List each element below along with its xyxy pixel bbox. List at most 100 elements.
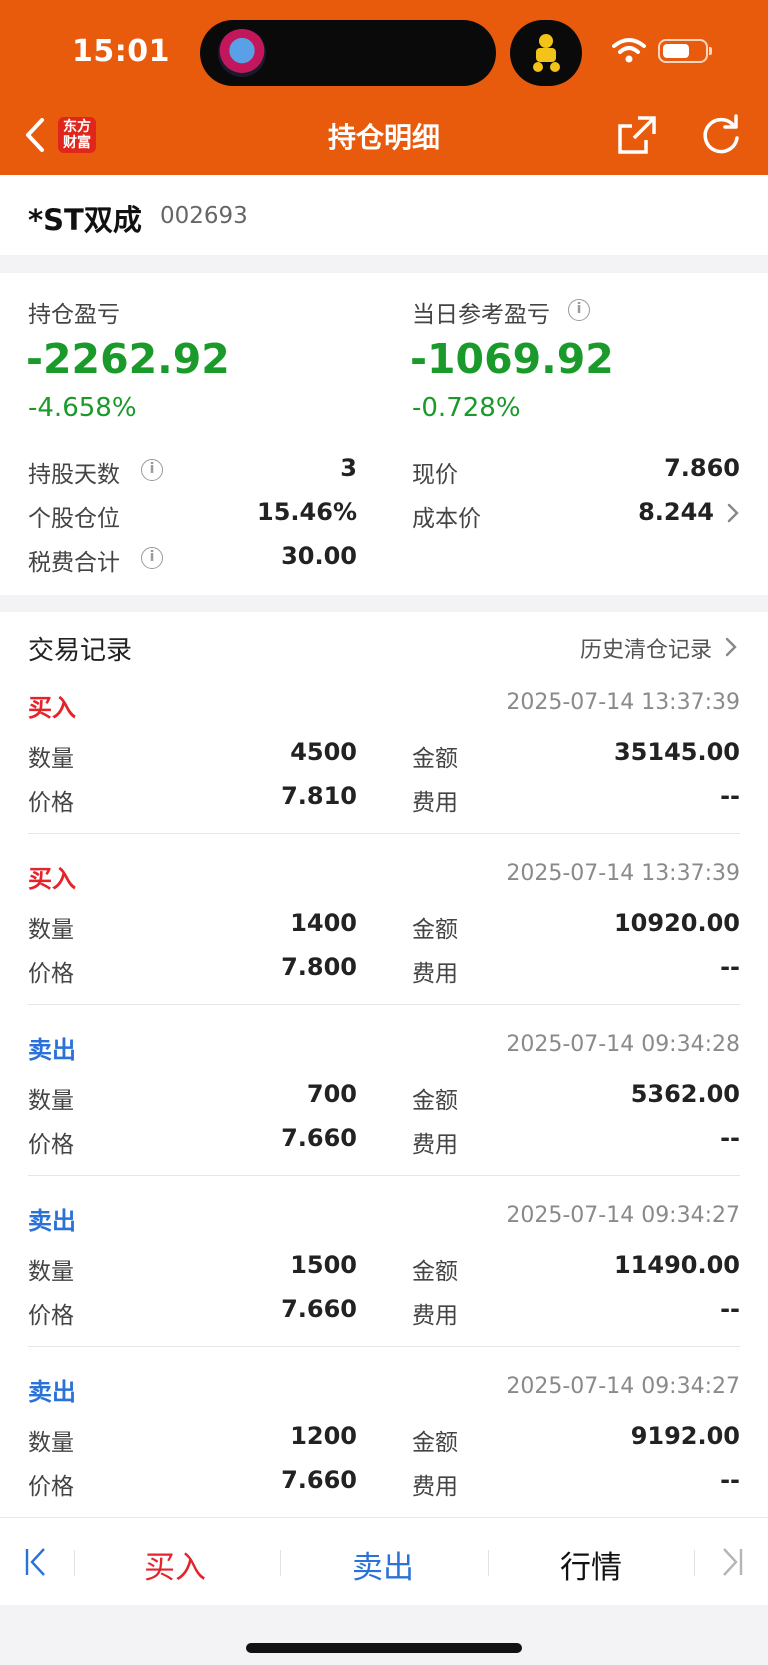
trade-side: 卖出 xyxy=(28,1207,76,1235)
first-page-icon[interactable] xyxy=(24,1546,48,1578)
amount-label: 金额 xyxy=(412,917,458,943)
amount-value: 35145.00 xyxy=(613,738,740,766)
fee-label: 费用 xyxy=(412,1474,458,1500)
buy-button[interactable]: 买入 xyxy=(105,1542,245,1587)
daily-pl-value: -1069.92 xyxy=(410,335,614,383)
fee-label: 费用 xyxy=(412,1132,458,1158)
info-icon[interactable]: i xyxy=(568,299,590,321)
cost-price-value[interactable]: 8.244 xyxy=(530,498,714,526)
qty-value: 4500 xyxy=(290,738,357,766)
home-indicator xyxy=(246,1643,522,1653)
last-page-icon[interactable] xyxy=(720,1546,744,1578)
amount-label: 金额 xyxy=(412,1430,458,1456)
price-label: 价格 xyxy=(28,1303,74,1329)
holding-days-label: 持股天数 xyxy=(28,462,120,488)
trade-time: 2025-07-14 09:34:27 xyxy=(506,1374,740,1399)
trade-record: 卖出 2025-07-14 09:34:28 数量 700 价格 7.660 金额 5362.… xyxy=(0,1030,768,1201)
live-activity-avatar-icon xyxy=(218,29,266,77)
qty-value: 1200 xyxy=(290,1422,357,1450)
price-label: 价格 xyxy=(28,1132,74,1158)
records-title: 交易记录 xyxy=(28,636,133,666)
position-pl-percent: -4.658% xyxy=(28,393,137,423)
fee-label: 费用 xyxy=(412,790,458,816)
trade-time: 2025-07-14 09:34:28 xyxy=(506,1032,740,1057)
fee-value: -- xyxy=(720,1295,740,1323)
wifi-icon xyxy=(612,38,646,63)
record-divider xyxy=(28,1004,740,1005)
daily-pl-percent: -0.728% xyxy=(412,393,521,423)
trade-side: 买入 xyxy=(28,694,76,722)
stock-name: *ST双成 xyxy=(28,203,142,237)
qty-label: 数量 xyxy=(28,1088,74,1114)
trade-time: 2025-07-14 13:37:39 xyxy=(506,690,740,715)
fees-total-label: 税费合计 xyxy=(28,550,120,576)
chevron-right-icon[interactable] xyxy=(726,502,740,524)
price-label: 价格 xyxy=(28,1474,74,1500)
price-value: 7.800 xyxy=(281,953,357,981)
fee-value: -- xyxy=(720,782,740,810)
trade-record: 卖出 2025-07-14 09:34:27 数量 1500 价格 7.660 金额 1149… xyxy=(0,1201,768,1372)
current-price-label: 现价 xyxy=(412,462,458,488)
trade-time: 2025-07-14 09:34:27 xyxy=(506,1203,740,1228)
info-icon[interactable]: i xyxy=(141,547,163,569)
trade-records: 交易记录 历史清仓记录 买入 2025-07-14 13:37:39 数量 4500 价… xyxy=(0,612,768,1517)
daily-pl-label: 当日参考盈亏 xyxy=(412,302,550,328)
position-ratio-label: 个股仓位 xyxy=(28,506,120,532)
holding-days-value: 3 xyxy=(340,454,357,482)
dynamic-island xyxy=(200,20,496,86)
toolbar-divider xyxy=(488,1550,489,1576)
trade-side: 卖出 xyxy=(28,1378,76,1406)
price-value: 7.660 xyxy=(281,1124,357,1152)
current-price-value: 7.860 xyxy=(664,454,740,482)
fee-label: 费用 xyxy=(412,961,458,987)
price-label: 价格 xyxy=(28,961,74,987)
fee-value: -- xyxy=(720,1466,740,1494)
trade-time: 2025-07-14 13:37:39 xyxy=(506,861,740,886)
record-divider xyxy=(28,1346,740,1347)
sell-button[interactable]: 卖出 xyxy=(313,1542,453,1587)
trade-record: 买入 2025-07-14 13:37:39 数量 1400 价格 7.800 金额 1092… xyxy=(0,859,768,1030)
dynamic-island-secondary xyxy=(510,20,582,86)
status-time: 15:01 xyxy=(72,34,170,69)
record-divider xyxy=(28,833,740,834)
qty-value: 1400 xyxy=(290,909,357,937)
share-icon[interactable] xyxy=(616,114,658,156)
amount-label: 金额 xyxy=(412,746,458,772)
amount-value: 10920.00 xyxy=(613,909,740,937)
stock-header: *ST双成 002693 xyxy=(0,175,768,255)
bottom-toolbar: 买入 卖出 行情 xyxy=(0,1517,768,1605)
amount-label: 金额 xyxy=(412,1088,458,1114)
position-pl-value: -2262.92 xyxy=(26,335,230,383)
price-label: 价格 xyxy=(28,790,74,816)
fee-label: 费用 xyxy=(412,1303,458,1329)
trade-side: 卖出 xyxy=(28,1036,76,1064)
trade-record: 买入 2025-07-14 13:37:39 数量 4500 价格 7.810 金额 3514… xyxy=(0,688,768,859)
top-bar: 15:01 东方 财富 持仓明细 xyxy=(0,0,768,175)
fee-value: -- xyxy=(720,1124,740,1152)
position-summary: 持仓盈亏 -2262.92 -4.658% 当日参考盈亏 i -1069.92 … xyxy=(0,273,768,595)
toolbar-divider xyxy=(694,1550,695,1576)
info-icon[interactable]: i xyxy=(141,459,163,481)
qty-label: 数量 xyxy=(28,917,74,943)
cost-price-label: 成本价 xyxy=(412,506,481,532)
fee-value: -- xyxy=(720,953,740,981)
qty-value: 1500 xyxy=(290,1251,357,1279)
amount-value: 9192.00 xyxy=(630,1422,740,1450)
qty-label: 数量 xyxy=(28,1430,74,1456)
position-ratio-value: 15.46% xyxy=(257,498,357,526)
toolbar-divider xyxy=(74,1550,75,1576)
chevron-right-icon[interactable] xyxy=(724,636,738,658)
delivery-rider-icon xyxy=(533,34,560,72)
quote-button[interactable]: 行情 xyxy=(521,1542,661,1587)
history-clear-link[interactable]: 历史清仓记录 xyxy=(580,632,712,664)
stock-code: 002693 xyxy=(160,203,248,229)
trade-side: 买入 xyxy=(28,865,76,893)
fees-total-value: 30.00 xyxy=(281,542,357,570)
toolbar-divider xyxy=(280,1550,281,1576)
qty-value: 700 xyxy=(306,1080,357,1108)
price-value: 7.660 xyxy=(281,1466,357,1494)
refresh-icon[interactable] xyxy=(700,114,742,156)
battery-icon xyxy=(658,39,712,63)
qty-label: 数量 xyxy=(28,746,74,772)
record-divider xyxy=(28,1175,740,1176)
